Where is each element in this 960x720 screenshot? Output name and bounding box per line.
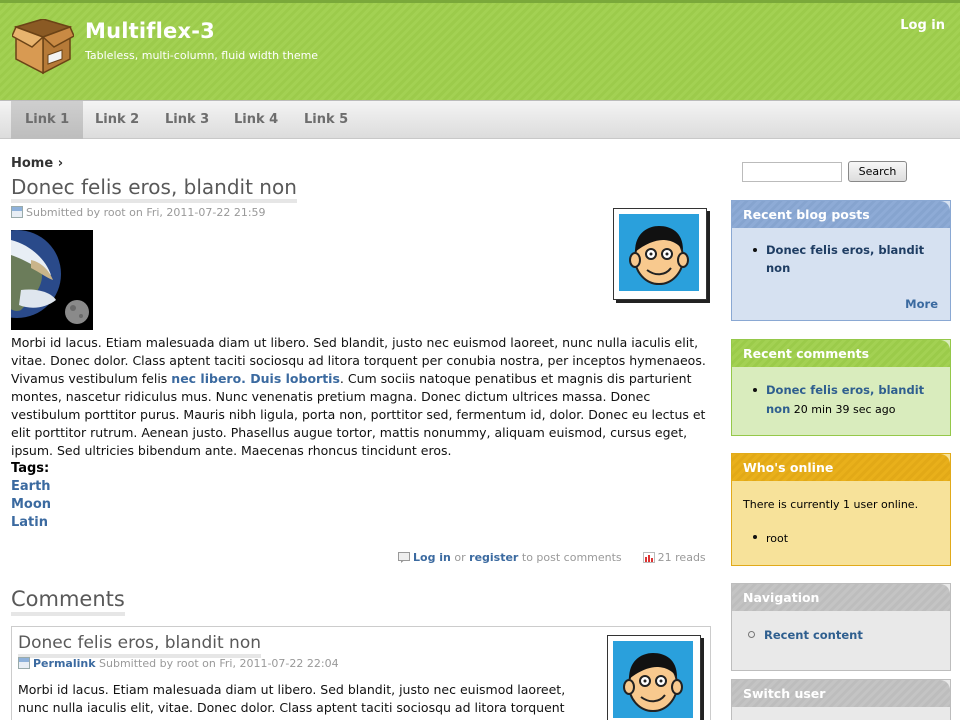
statistics-icon xyxy=(642,552,655,563)
nav-link-3[interactable]: Link 3 xyxy=(151,101,223,139)
nav-link-1[interactable]: Link 1 xyxy=(11,101,84,139)
site-header: Multiflex-3 Tableless, multi-column, flu… xyxy=(0,0,960,100)
navigation-title: Navigation xyxy=(732,584,950,611)
site-slogan: Tableless, multi-column, fluid width the… xyxy=(85,49,319,62)
switch-user-block: Switch user xyxy=(731,679,951,720)
recent-blog-posts-block: Recent blog posts Donec felis eros, blan… xyxy=(731,200,951,321)
breadcrumb-home[interactable]: Home xyxy=(11,156,53,171)
nav-link-5[interactable]: Link 5 xyxy=(290,101,362,139)
search-input[interactable] xyxy=(742,162,842,182)
node-links: Log in or register to post comments 21 r… xyxy=(398,551,706,564)
recent-comments-block: Recent comments Donec felis eros, blandi… xyxy=(731,339,951,436)
nav-link-4[interactable]: Link 4 xyxy=(220,101,292,139)
tag-link-earth[interactable]: Earth xyxy=(11,479,51,494)
comment-icon xyxy=(398,552,410,563)
circle-bullet-icon xyxy=(748,631,755,638)
reads-count: 21 reads xyxy=(657,551,706,564)
primary-nav: Link 1 Link 2 Link 3 Link 4 Link 5 xyxy=(0,100,960,139)
calendar-icon xyxy=(18,657,30,669)
comment-body: Morbi id lacus. Etiam malesuada diam ut … xyxy=(18,682,566,720)
tags-label: Tags: xyxy=(11,461,50,476)
to-post-comments-text: to post comments xyxy=(521,551,622,564)
register-link[interactable]: register xyxy=(469,551,518,564)
page-title: Donec felis eros, blandit non xyxy=(11,175,297,203)
navigation-block: Navigation Recent content xyxy=(731,583,951,671)
recent-comments-title: Recent comments xyxy=(732,340,950,367)
comment-permalink[interactable]: Permalink xyxy=(33,657,96,670)
calendar-icon xyxy=(11,206,23,218)
comments-heading: Comments xyxy=(11,586,125,616)
comment-item: Donec felis eros, blandit non Permalink … xyxy=(11,626,711,720)
user-picture-icon xyxy=(619,214,699,291)
online-count-text: There is currently 1 user online. xyxy=(743,498,919,511)
header-login-link[interactable]: Log in xyxy=(900,18,945,33)
recent-post-link[interactable]: Donec felis eros, blandit non xyxy=(766,241,939,277)
nav-link-2[interactable]: Link 2 xyxy=(81,101,153,139)
more-link[interactable]: More xyxy=(905,297,938,311)
whos-online-title: Who's online xyxy=(732,454,950,481)
bullet-icon xyxy=(753,388,757,392)
recent-comment-time: 20 min 39 sec ago xyxy=(793,403,896,416)
box-icon[interactable] xyxy=(12,19,74,77)
online-user-root[interactable]: root xyxy=(766,532,788,545)
author-avatar[interactable] xyxy=(613,208,707,300)
body-inline-link[interactable]: nec libero. Duis lobortis xyxy=(171,371,340,386)
node-body: Morbi id lacus. Etiam malesuada diam ut … xyxy=(11,334,711,460)
switch-user-title: Switch user xyxy=(732,680,950,707)
recent-blog-posts-title: Recent blog posts xyxy=(732,201,950,228)
recent-content-link[interactable]: Recent content xyxy=(764,628,863,642)
comment-title[interactable]: Donec felis eros, blandit non xyxy=(18,632,262,658)
node-submitted: Submitted by root on Fri, 2011-07-22 21:… xyxy=(11,206,266,219)
comment-author-avatar[interactable] xyxy=(607,635,701,720)
breadcrumb-separator: › xyxy=(57,156,64,171)
bullet-icon xyxy=(753,248,757,252)
tag-link-moon[interactable]: Moon xyxy=(11,497,51,512)
whos-online-block: Who's online There is currently 1 user o… xyxy=(731,453,951,566)
comment-submitted-text: Submitted by root on Fri, 2011-07-22 22:… xyxy=(99,657,339,670)
submitted-text: Submitted by root on Fri, 2011-07-22 21:… xyxy=(26,206,266,219)
login-to-comment-link[interactable]: Log in xyxy=(413,551,451,564)
earth-moon-image xyxy=(11,230,93,330)
bullet-icon xyxy=(753,535,757,539)
tag-link-latin[interactable]: Latin xyxy=(11,515,48,530)
links-or-text: or xyxy=(454,551,466,564)
search-button[interactable]: Search xyxy=(848,161,907,182)
comment-submitted: Permalink Submitted by root on Fri, 2011… xyxy=(18,657,339,670)
site-title[interactable]: Multiflex-3 xyxy=(85,19,215,43)
breadcrumb: Home › xyxy=(11,156,63,171)
user-picture-icon xyxy=(613,641,693,718)
